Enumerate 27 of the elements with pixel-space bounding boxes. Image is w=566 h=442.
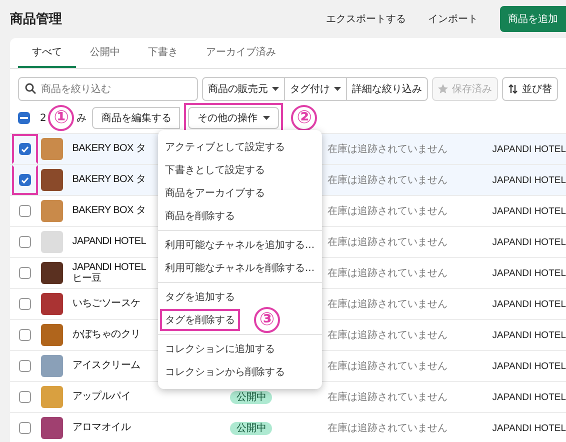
inventory-text: 在庫は追跡されていません <box>327 236 448 249</box>
vendor-text: JAPANDI HOTEL <box>492 392 566 402</box>
inventory-text: 在庫は追跡されていません <box>327 174 448 187</box>
inventory-text: 在庫は追跡されていません <box>327 390 448 404</box>
vendor-text: JAPANDI HOTEL <box>492 422 566 434</box>
vendor-text: JAPANDI HOTEL <box>492 360 566 372</box>
annotation-number: ② <box>291 105 318 131</box>
vendor-text: JAPANDI HOTEL <box>492 206 566 216</box>
vendor-text: JAPANDI HOTEL <box>492 236 566 248</box>
inventory-text: 在庫は追跡されていません <box>327 266 448 280</box>
vendor-text: JAPANDI HOTEL <box>492 268 566 278</box>
inventory-text: 在庫は追跡されていません <box>327 422 448 435</box>
selected-count-suffix: み <box>76 112 86 125</box>
inventory-text: 在庫は追跡されていません <box>327 298 448 311</box>
annotation-number: ① <box>48 105 74 131</box>
inventory-text: 在庫は追跡されていません <box>327 204 448 218</box>
selected-count: 2 <box>40 112 46 124</box>
inventory-text: 在庫は追跡されていません <box>327 360 448 373</box>
page-title: 商品管理 <box>10 10 63 28</box>
inventory-text: 在庫は追跡されていません <box>327 142 448 156</box>
vendor-text: JAPANDI HOTEL <box>492 298 566 310</box>
vendor-text: JAPANDI HOTEL <box>492 330 566 340</box>
vendor-text: JAPANDI HOTEL <box>492 174 566 186</box>
vendor-text: JAPANDI HOTEL <box>492 144 566 154</box>
inventory-text: 在庫は追跡されていません <box>327 328 448 342</box>
status-badge: 公開中 <box>230 422 272 435</box>
status-badge: 公開中 <box>230 391 272 404</box>
